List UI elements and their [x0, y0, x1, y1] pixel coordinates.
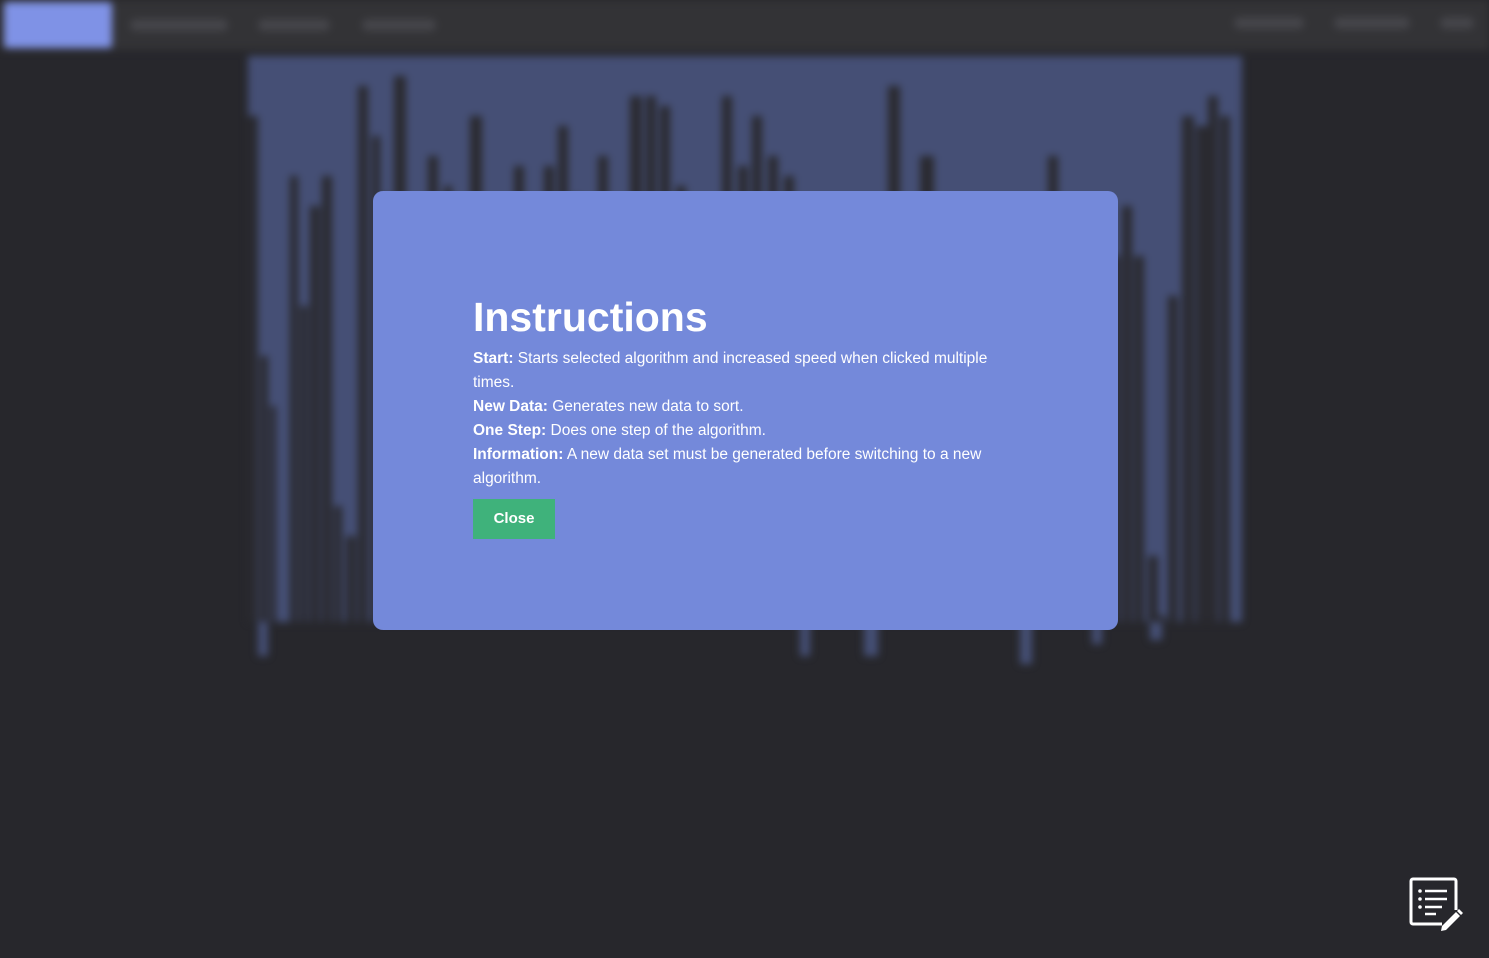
nav-text-blur-5 [1334, 17, 1410, 29]
instructions-modal: Instructions Start: Starts selected algo… [373, 191, 1118, 630]
nav-text-blur-4 [1234, 17, 1304, 29]
instruction-label: Information: [473, 446, 564, 463]
instruction-label: One Step: [473, 422, 547, 439]
sort-bar [248, 116, 258, 622]
modal-title: Instructions [473, 294, 708, 340]
notes-button[interactable] [1406, 874, 1464, 932]
instruction-label: Start: [473, 350, 514, 367]
sort-bar-extension [258, 622, 268, 656]
sort-bar [260, 356, 268, 622]
navbar [0, 0, 1489, 50]
sort-bar [270, 406, 276, 622]
instruction-label: New Data: [473, 398, 548, 415]
sort-bar [346, 536, 356, 622]
instruction-one-step: One Step: Does one step of the algorithm… [473, 419, 1018, 443]
instruction-start: Start: Starts selected algorithm and inc… [473, 347, 1018, 395]
sort-bar [1148, 556, 1158, 622]
instruction-text: Generates new data to sort. [552, 398, 744, 415]
instruction-new-data: New Data: Generates new data to sort. [473, 395, 1018, 419]
sort-bar [322, 176, 332, 622]
sort-bar [334, 506, 342, 622]
sort-bar-extension [1150, 622, 1162, 640]
instruction-text: Does one step of the algorithm. [550, 422, 766, 439]
sort-bar [1168, 296, 1178, 622]
nav-text-blur-3 [362, 19, 436, 31]
nav-text-blur-1 [130, 19, 228, 31]
sort-bar [290, 176, 298, 622]
instruction-information: Information: A new data set must be gene… [473, 443, 1018, 491]
app-root: Instructions Start: Starts selected algo… [0, 0, 1489, 958]
nav-text-blur-6 [1440, 17, 1474, 29]
sort-bar [1134, 256, 1144, 622]
close-button[interactable]: Close [473, 499, 555, 539]
sort-bar [1208, 96, 1218, 622]
sort-bar [310, 206, 320, 622]
sort-bar [358, 86, 368, 622]
nav-item-active[interactable] [4, 2, 112, 48]
instructions-list: Start: Starts selected algorithm and inc… [473, 347, 1018, 491]
nav-text-blur-2 [258, 19, 330, 31]
notes-edit-icon [1409, 877, 1464, 932]
sort-bar [1122, 206, 1132, 622]
sort-bar [1220, 116, 1230, 622]
modal-content: Instructions Start: Starts selected algo… [473, 291, 1018, 539]
sort-bar [300, 306, 308, 622]
sort-bar [1182, 116, 1194, 622]
sort-bar [1196, 126, 1208, 622]
instruction-text: Starts selected algorithm and increased … [473, 350, 988, 391]
